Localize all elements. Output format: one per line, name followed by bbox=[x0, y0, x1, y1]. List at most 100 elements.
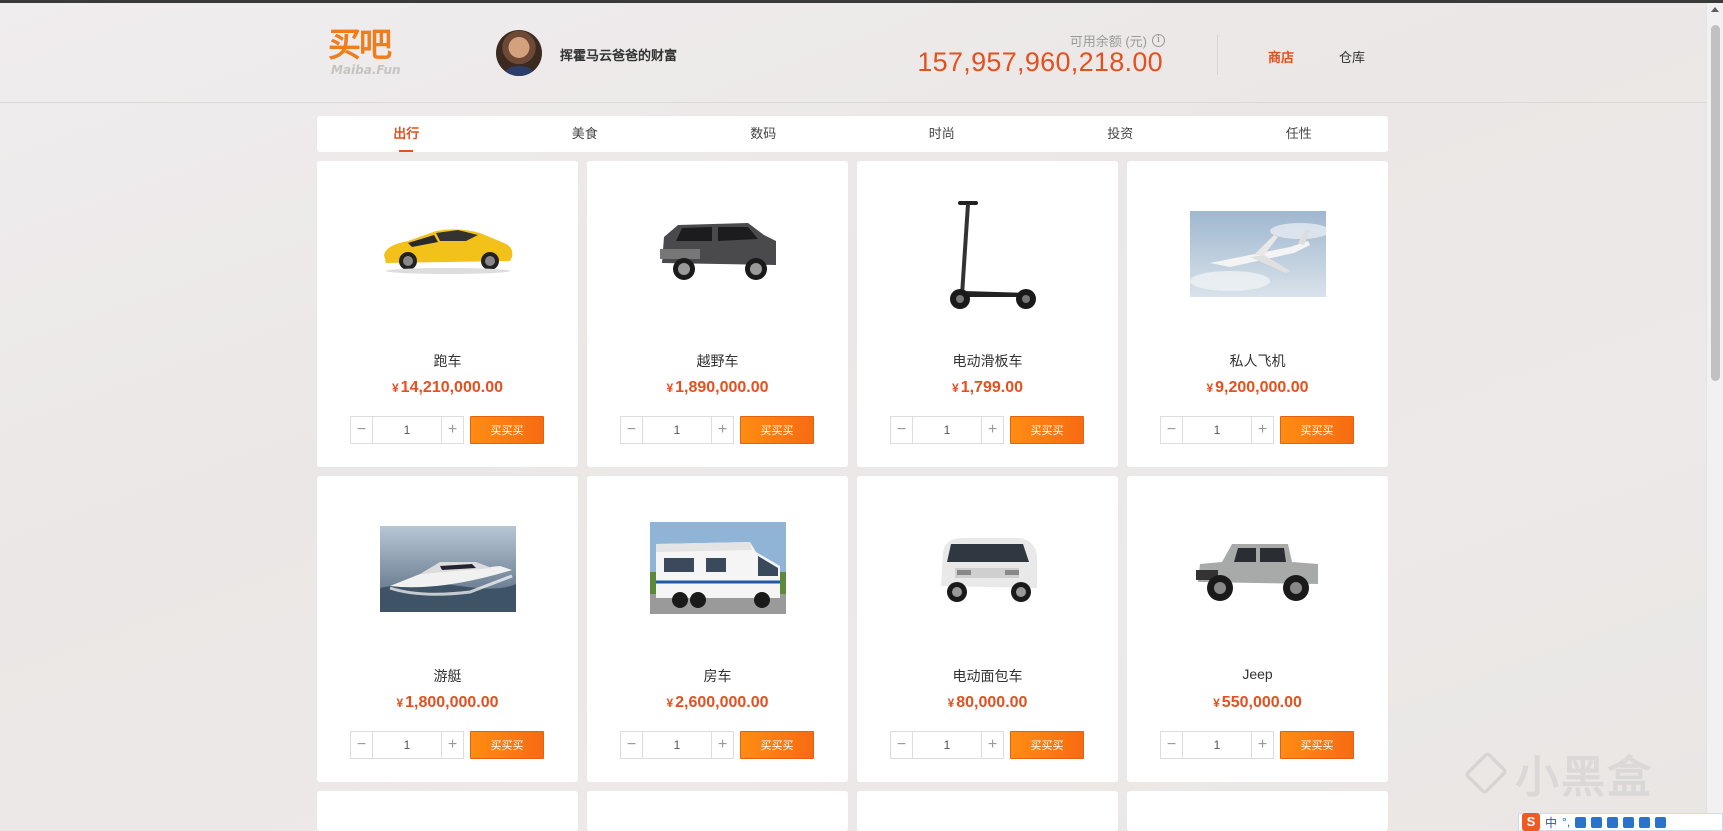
product-price: ¥550,000.00 bbox=[1127, 694, 1388, 712]
decrement-button[interactable]: − bbox=[891, 732, 913, 758]
currency-symbol: ¥ bbox=[947, 696, 955, 710]
currency-symbol: ¥ bbox=[391, 381, 399, 395]
watermark: 小黑盒 bbox=[1463, 741, 1653, 805]
buy-button[interactable]: 买买买 bbox=[470, 731, 544, 759]
ime-punctuation[interactable]: °, bbox=[1562, 815, 1570, 829]
increment-button[interactable]: + bbox=[441, 732, 463, 758]
currency-symbol: ¥ bbox=[1213, 696, 1220, 710]
keyboard-icon[interactable] bbox=[1591, 816, 1603, 828]
header: 买吧 Maiba.Fun 挥霍马云爸爸的财富 可用余额 (元) i 157,95… bbox=[0, 3, 1706, 103]
buy-button[interactable]: 买买买 bbox=[740, 731, 814, 759]
emoji-icon[interactable] bbox=[1623, 816, 1635, 828]
product-name: Jeep bbox=[1242, 666, 1273, 682]
tab-invest[interactable]: 投资 bbox=[1031, 116, 1210, 152]
decrement-button[interactable]: − bbox=[1161, 417, 1183, 443]
buy-button[interactable]: 买买买 bbox=[470, 416, 544, 444]
product-card: 电动滑板车 ¥1,799.00 − + 买买买 bbox=[857, 161, 1118, 467]
price-value: 2,600,000.00 bbox=[675, 694, 769, 711]
product-name: 电动滑板车 bbox=[952, 353, 1023, 369]
quantity-input[interactable] bbox=[643, 417, 711, 443]
balance-amount: 157,957,960,218.00 bbox=[917, 47, 1163, 77]
buy-button[interactable]: 买买买 bbox=[740, 416, 814, 444]
watermark-text: 小黑盒 bbox=[1515, 752, 1653, 803]
tab-willful[interactable]: 任性 bbox=[1210, 116, 1389, 152]
sogou-ime-icon[interactable]: S bbox=[1522, 813, 1540, 831]
currency-symbol: ¥ bbox=[396, 696, 404, 710]
quantity-input[interactable] bbox=[1183, 417, 1251, 443]
jeep-image bbox=[1192, 534, 1324, 606]
quantity-input[interactable] bbox=[643, 732, 711, 758]
increment-button[interactable]: + bbox=[1251, 417, 1273, 443]
vertical-scrollbar[interactable] bbox=[1706, 3, 1723, 831]
quantity-stepper: − + bbox=[620, 731, 734, 759]
private-jet-image bbox=[1189, 211, 1326, 297]
currency-symbol: ¥ bbox=[666, 696, 674, 710]
quantity-input[interactable] bbox=[913, 417, 981, 443]
decrement-button[interactable]: − bbox=[351, 417, 373, 443]
scooter-image bbox=[938, 199, 1038, 315]
tab-food[interactable]: 美食 bbox=[496, 116, 675, 152]
product-card: 房车 ¥2,600,000.00 − + 买买买 bbox=[587, 476, 848, 782]
tab-travel[interactable]: 出行 bbox=[317, 116, 496, 152]
price-value: 550,000.00 bbox=[1221, 694, 1302, 711]
quantity-input[interactable] bbox=[373, 417, 441, 443]
product-price: ¥80,000.00 bbox=[857, 694, 1118, 712]
decrement-button[interactable]: − bbox=[1161, 732, 1183, 758]
product-card bbox=[857, 791, 1118, 831]
currency-symbol: ¥ bbox=[1206, 381, 1214, 395]
increment-button[interactable]: + bbox=[711, 417, 733, 443]
microphone-icon[interactable] bbox=[1575, 816, 1587, 828]
logo-text-en: Maiba.Fun bbox=[331, 63, 401, 77]
product-card: 跑车 ¥14,210,000.00 − + 买买买 bbox=[317, 161, 578, 467]
product-price: ¥9,200,000.00 bbox=[1127, 379, 1388, 397]
buy-button[interactable]: 买买买 bbox=[1010, 731, 1084, 759]
minivan-image bbox=[933, 532, 1043, 606]
suv-image bbox=[652, 211, 784, 287]
quantity-stepper: − + bbox=[620, 416, 734, 444]
site-logo[interactable]: 买吧 Maiba.Fun bbox=[328, 27, 408, 83]
price-value: 14,210,000.00 bbox=[400, 379, 503, 396]
info-icon[interactable]: i bbox=[1152, 34, 1165, 47]
price-value: 80,000.00 bbox=[956, 694, 1028, 711]
nav-warehouse[interactable]: 仓库 bbox=[1339, 47, 1365, 66]
buy-button[interactable]: 买买买 bbox=[1280, 416, 1354, 444]
product-name: 跑车 bbox=[433, 353, 462, 369]
increment-button[interactable]: + bbox=[981, 732, 1003, 758]
buy-button[interactable]: 买买买 bbox=[1280, 731, 1354, 759]
tab-fashion[interactable]: 时尚 bbox=[853, 116, 1032, 152]
increment-button[interactable]: + bbox=[1251, 732, 1273, 758]
ime-mode[interactable]: 中 bbox=[1545, 814, 1557, 831]
quantity-input[interactable] bbox=[1183, 732, 1251, 758]
decrement-button[interactable]: − bbox=[891, 417, 913, 443]
motorhome-image bbox=[649, 522, 786, 614]
quantity-input[interactable] bbox=[373, 732, 441, 758]
product-card bbox=[1127, 791, 1388, 831]
skin-icon[interactable] bbox=[1607, 816, 1619, 828]
product-card: Jeep ¥550,000.00 − + 买买买 bbox=[1127, 476, 1388, 782]
buy-button[interactable]: 买买买 bbox=[1010, 416, 1084, 444]
increment-button[interactable]: + bbox=[441, 417, 463, 443]
product-name: 越野车 bbox=[696, 353, 739, 369]
quantity-input[interactable] bbox=[913, 732, 981, 758]
toolbox-icon[interactable] bbox=[1639, 816, 1651, 828]
decrement-button[interactable]: − bbox=[621, 732, 643, 758]
scroll-up-arrow-icon[interactable] bbox=[1711, 7, 1719, 12]
logo-text-cn: 买吧 bbox=[328, 25, 392, 64]
product-price: ¥1,799.00 bbox=[857, 379, 1118, 397]
product-price: ¥14,210,000.00 bbox=[317, 379, 578, 397]
decrement-button[interactable]: − bbox=[351, 732, 373, 758]
increment-button[interactable]: + bbox=[981, 417, 1003, 443]
quantity-stepper: − + bbox=[890, 731, 1004, 759]
tab-digital[interactable]: 数码 bbox=[674, 116, 853, 152]
nav-shop[interactable]: 商店 bbox=[1268, 47, 1294, 66]
product-price: ¥1,890,000.00 bbox=[587, 379, 848, 397]
product-card: 电动面包车 ¥80,000.00 − + 买买买 bbox=[857, 476, 1118, 782]
price-value: 1,799.00 bbox=[960, 379, 1023, 396]
product-card: 游艇 ¥1,800,000.00 − + 买买买 bbox=[317, 476, 578, 782]
scroll-thumb[interactable] bbox=[1711, 25, 1720, 381]
currency-symbol: ¥ bbox=[666, 381, 674, 395]
increment-button[interactable]: + bbox=[711, 732, 733, 758]
user-icon[interactable] bbox=[1655, 816, 1667, 828]
product-price: ¥2,600,000.00 bbox=[587, 694, 848, 712]
decrement-button[interactable]: − bbox=[621, 417, 643, 443]
